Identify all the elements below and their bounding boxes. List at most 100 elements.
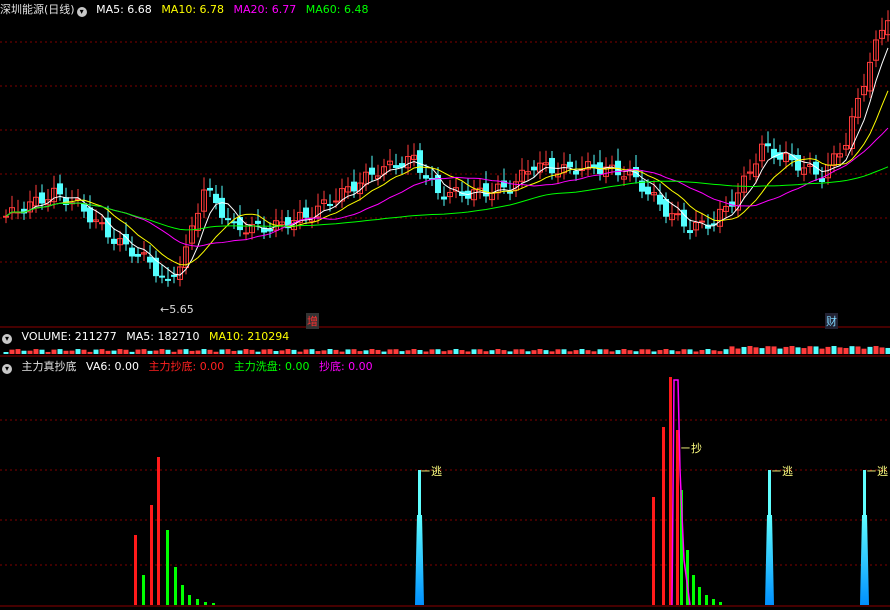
volume-bar xyxy=(447,350,453,354)
chevron-down-icon[interactable]: ▾ xyxy=(2,334,12,344)
volume-bar xyxy=(273,350,279,354)
volume-bar xyxy=(675,351,681,354)
candle-body xyxy=(531,166,537,171)
volume-bar xyxy=(705,349,711,354)
volume-bar xyxy=(801,348,807,354)
volume-bar xyxy=(795,347,801,354)
volume-bar xyxy=(483,351,489,354)
candle-body xyxy=(225,218,231,221)
candle-body xyxy=(171,274,177,277)
volume-bar xyxy=(873,346,879,354)
candle-body xyxy=(393,165,399,168)
volume-bar xyxy=(471,349,477,354)
stock-chart[interactable] xyxy=(0,0,890,610)
main-wash-bar xyxy=(142,575,145,605)
volume-bar xyxy=(585,350,591,354)
volume-bar xyxy=(363,350,369,354)
escape-spike-body xyxy=(765,515,774,605)
volume-bar xyxy=(225,349,231,354)
volume-bar xyxy=(279,350,285,354)
volume-bar xyxy=(819,348,825,354)
main-wash-bar xyxy=(719,602,722,605)
candle-body xyxy=(135,253,141,257)
escape-spike-body xyxy=(860,515,869,605)
main-bottom-bar xyxy=(652,497,655,605)
volume-bar xyxy=(63,350,69,354)
candle-body xyxy=(231,221,237,224)
volume-bar xyxy=(285,349,291,354)
main-wash-bar xyxy=(188,595,191,605)
volume-bar xyxy=(117,349,123,354)
volume-bar xyxy=(555,349,561,354)
event-marker-zeng[interactable]: 增 xyxy=(306,313,319,329)
candle-body xyxy=(675,213,681,216)
low-price-marker: ←5.65 xyxy=(160,303,194,316)
candle-body xyxy=(57,183,63,195)
candle-body xyxy=(147,256,153,263)
volume-bar xyxy=(345,349,351,354)
candle-body xyxy=(255,220,261,224)
volume-bar xyxy=(621,349,627,354)
volume-bar xyxy=(195,350,201,354)
volume-bar xyxy=(351,349,357,354)
candle-body xyxy=(645,186,651,195)
volume-bar xyxy=(543,350,549,354)
volume-bar xyxy=(591,351,597,354)
candle-body xyxy=(213,193,219,204)
volume-bar xyxy=(729,346,735,354)
volume-bar xyxy=(183,349,189,354)
volume-bar xyxy=(831,346,837,354)
volume-bar xyxy=(177,349,183,354)
volume-bar xyxy=(465,351,471,354)
volume-ma10-legend: MA10: 210294 xyxy=(208,330,290,343)
volume-bar xyxy=(93,349,99,354)
event-marker-cai[interactable]: 财 xyxy=(825,313,838,329)
volume-bar xyxy=(567,351,573,354)
volume-bar xyxy=(267,349,273,354)
volume-bar xyxy=(867,346,873,354)
candle-body xyxy=(417,150,423,173)
volume-bar xyxy=(309,349,315,354)
main-wash-bar xyxy=(212,603,215,605)
volume-bar xyxy=(849,346,855,354)
volume-bar xyxy=(81,349,87,354)
volume-panel-legend: ▾ VOLUME: 211277 MA5: 182710 MA10: 21029… xyxy=(0,329,295,345)
volume-bar xyxy=(393,349,399,354)
volume-bar xyxy=(189,350,195,354)
volume-bar xyxy=(597,349,603,354)
volume-bar xyxy=(603,349,609,354)
volume-bar xyxy=(663,349,669,354)
volume-bar xyxy=(615,350,621,354)
volume-bar xyxy=(171,351,177,354)
volume-bar xyxy=(399,351,405,354)
chevron-down-icon[interactable]: ▾ xyxy=(76,7,87,17)
volume-bar xyxy=(771,346,777,354)
chevron-down-icon[interactable]: ▾ xyxy=(2,364,12,374)
main-wash-bar xyxy=(204,602,207,605)
volume-bar xyxy=(99,349,105,354)
main-wash-bar xyxy=(692,575,695,605)
volume-bar xyxy=(429,349,435,354)
volume-bar xyxy=(243,349,249,354)
candle-body xyxy=(819,178,825,183)
volume-bar xyxy=(453,349,459,354)
candle-body xyxy=(39,192,45,204)
volume-bar xyxy=(381,351,387,354)
volume-bar xyxy=(633,351,639,354)
volume-bar xyxy=(135,349,141,354)
volume-bar xyxy=(837,347,843,354)
volume-bar xyxy=(369,349,375,354)
volume-ma5-legend: MA5: 182710 xyxy=(126,330,200,343)
volume-bar xyxy=(561,349,567,354)
volume-bar xyxy=(27,350,33,354)
volume-bar xyxy=(711,350,717,354)
volume-bar xyxy=(645,349,651,354)
volume-bar xyxy=(411,349,417,354)
signal-escape-2: ㄧ逃 xyxy=(771,465,793,478)
volume-bar xyxy=(75,349,81,354)
volume-bar xyxy=(147,350,153,354)
main-wash-bar xyxy=(166,530,169,605)
escape-spike-body xyxy=(415,515,424,605)
volume-bar xyxy=(843,348,849,354)
volume-bar xyxy=(387,349,393,354)
